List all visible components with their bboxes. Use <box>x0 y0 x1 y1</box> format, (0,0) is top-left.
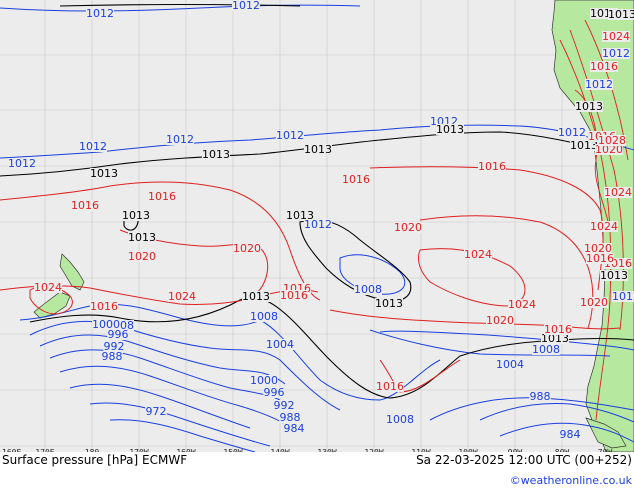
isobar-label-1008: 1008 <box>250 310 278 323</box>
isobar-label-1024: 1024 <box>590 220 618 233</box>
isobar-label-972: 972 <box>146 405 167 418</box>
isobar-label-1012: 1012 <box>558 126 586 139</box>
isobar-label-1016: 1016 <box>590 60 618 73</box>
isobar-label-1013: 1013 <box>375 297 403 310</box>
isobar-label-1020: 1020 <box>233 242 261 255</box>
map-canvas: 101210121011101210121012101210131013 1013… <box>0 0 634 490</box>
isobar-label-1024: 1024 <box>602 30 630 43</box>
isobar-label-988: 988 <box>530 390 551 403</box>
isobar-label-1016: 1016 <box>71 199 99 212</box>
isobar-label-1024: 1024 <box>34 281 62 294</box>
isobar-label-1020: 1020 <box>128 250 156 263</box>
isobar-label-1016: 1016 <box>478 160 506 173</box>
isobar-label-1012: 1012 <box>276 129 304 142</box>
isobar-label-1013: 1013 <box>436 123 464 136</box>
isobar-label-1024: 1024 <box>604 186 632 199</box>
isobar-label-1004: 1004 <box>496 358 524 371</box>
credit-link[interactable]: ©weatheronline.co.uk <box>510 474 633 487</box>
isobar-label-1013: 1013 <box>575 100 603 113</box>
isobar-label-1020: 1020 <box>486 314 514 327</box>
isobar-label-1024: 1024 <box>464 248 492 261</box>
isobar-label-1016: 1016 <box>148 190 176 203</box>
isobar-label-1012: 1012 <box>8 157 36 170</box>
isobar-label-1016: 1016 <box>544 323 572 336</box>
isobar-label-1012: 1012 <box>585 78 613 91</box>
isobar-label-1024: 1024 <box>168 290 196 303</box>
isobar-label-1013: 1013 <box>202 148 230 161</box>
isobar-label-1013: 1013 <box>128 231 156 244</box>
isobar-label-1008: 1008 <box>354 283 382 296</box>
isobar-label-1012: 1012 <box>86 7 114 20</box>
isobar-label-1004: 1004 <box>266 338 294 351</box>
isobar-label-1013: 1013 <box>122 209 150 222</box>
isobar-label-1013: 1013 <box>608 8 634 21</box>
isobar-label-1013: 1013 <box>600 269 628 282</box>
isobar-label-1028: 1028 <box>598 134 626 147</box>
isobar-label-996: 996 <box>264 386 285 399</box>
isobar-label-1016: 1016 <box>342 173 370 186</box>
isobar-label-1016: 1016 <box>90 300 118 313</box>
isobar-label-1016: 1016 <box>586 252 614 265</box>
isobar-label-1012: 1012 <box>304 218 332 231</box>
isobar-label-984: 984 <box>560 428 581 441</box>
isobar-label-1020: 1020 <box>580 296 608 309</box>
chart-title: Surface pressure [hPa] ECMWF <box>2 453 187 467</box>
isobar-label-1016: 1016 <box>280 289 308 302</box>
isobar-label-1008: 1008 <box>386 413 414 426</box>
isobar-label-1012: 1012 <box>612 290 634 303</box>
isobar-label-1024: 1024 <box>508 298 536 311</box>
pressure-map: 1012 1012 1011 1012 1012 1012 1012 1013 1013 1013… <box>0 0 634 490</box>
isobar-label-1016: 1016 <box>376 380 404 393</box>
isobar-label-1012: 1012 <box>79 140 107 153</box>
isobar-label-988: 988 <box>102 350 123 363</box>
isobar-label-1012: 1012 <box>166 133 194 146</box>
isobar-label-1012: 1012 <box>232 0 260 12</box>
isobar-label-1008: 1008 <box>532 343 560 356</box>
valid-time: Sa 22-03-2025 12:00 UTC (00+252) <box>416 453 632 467</box>
isobar-label-1013: 1013 <box>90 167 118 180</box>
isobar-label-984: 984 <box>284 422 305 435</box>
isobar-label-1020: 1020 <box>394 221 422 234</box>
isobar-label-1013: 1013 <box>304 143 332 156</box>
isobar-label-1013: 1013 <box>242 290 270 303</box>
isobar-label-1012: 1012 <box>602 47 630 60</box>
